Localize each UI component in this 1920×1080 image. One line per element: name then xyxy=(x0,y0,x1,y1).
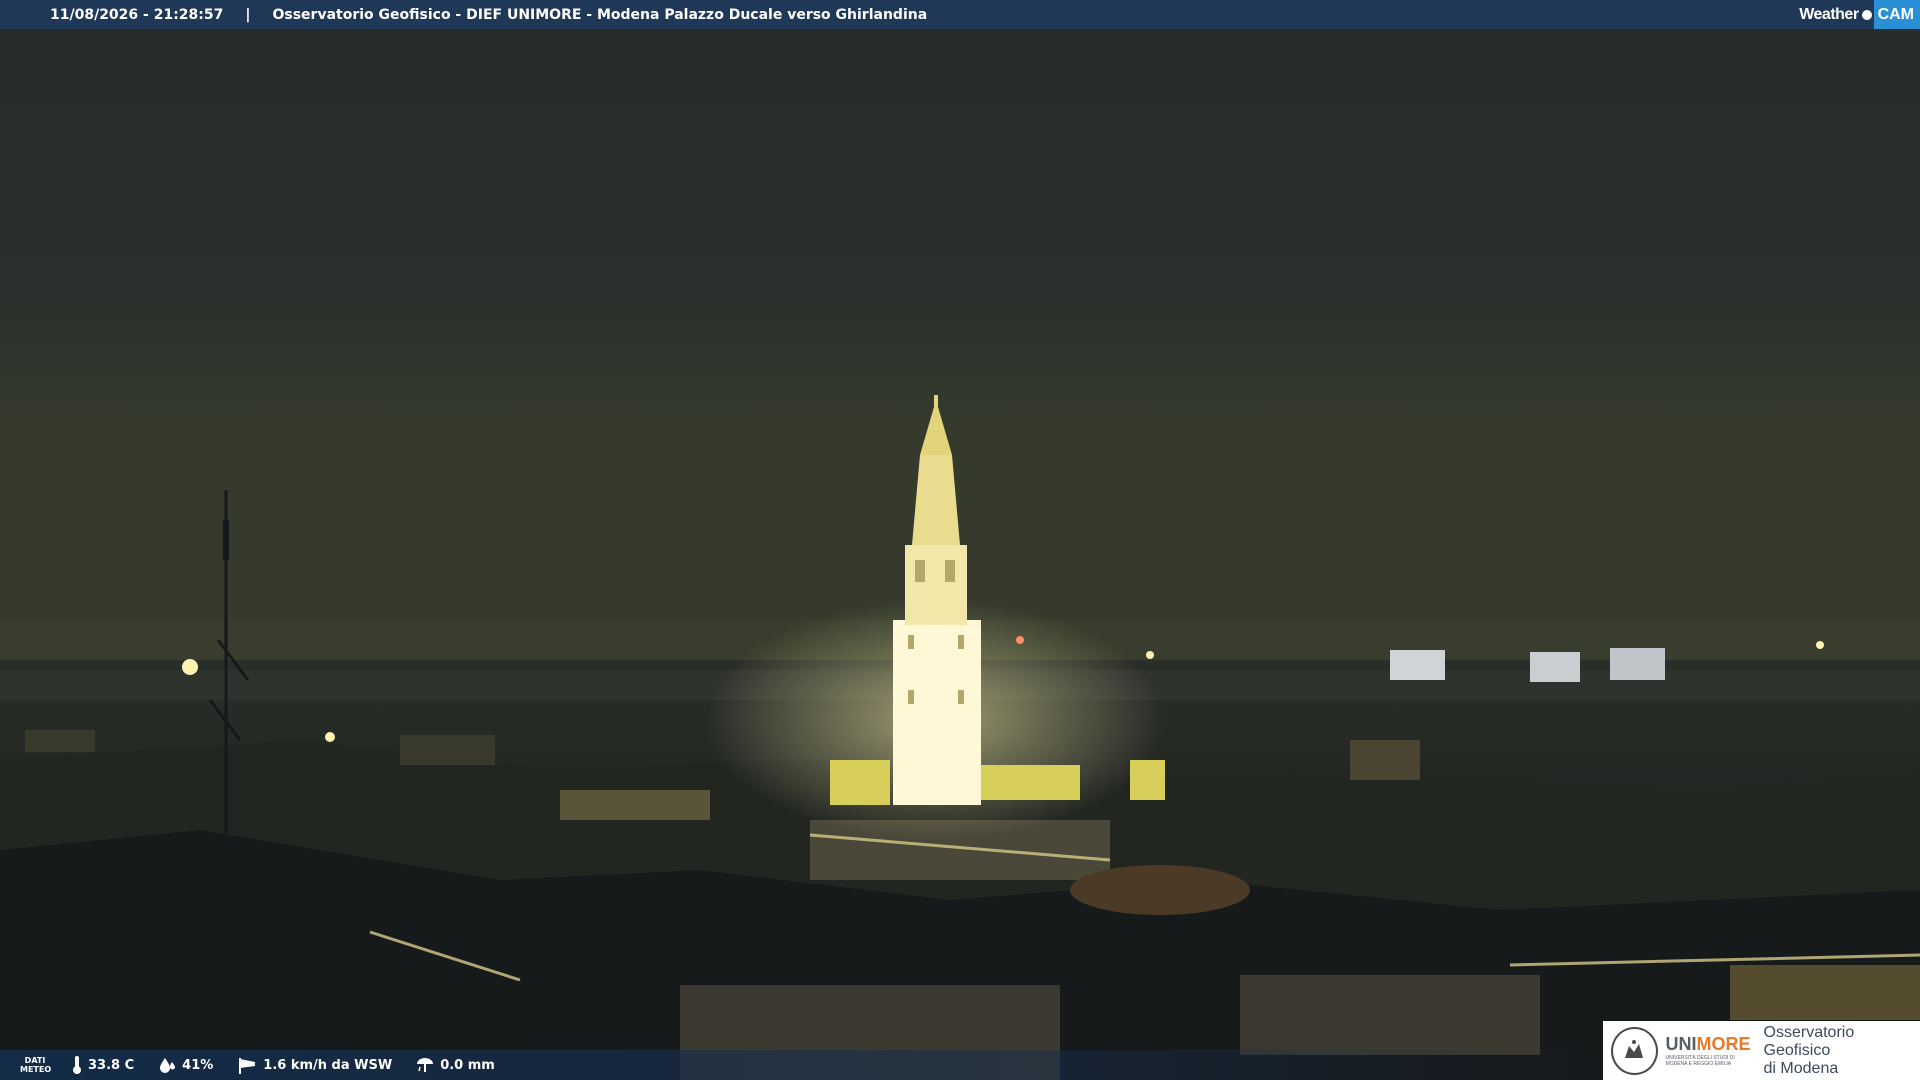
weathercam-logo: Weather CAM xyxy=(1799,0,1920,29)
brand-weather: Weather xyxy=(1799,5,1859,23)
observatory-line2: di Modena xyxy=(1763,1059,1839,1077)
windsock-icon xyxy=(237,1056,257,1074)
temperature-value: 33.8 C xyxy=(88,1057,135,1073)
observatory-name: Osservatorio Geofisico di Modena xyxy=(1764,1024,1920,1078)
rain-value: 0.0 mm xyxy=(440,1057,495,1073)
camera-title: Osservatorio Geofisico - DIEF UNIMORE - … xyxy=(272,6,928,23)
dati-meteo-label: DATI METEO xyxy=(20,1056,52,1074)
unimore-subtitle: UNIVERSITÀ DEGLI STUDI DI MODENA E REGGI… xyxy=(1665,1055,1735,1067)
unimore-name: UNIMORE xyxy=(1665,1034,1751,1054)
webcam-image xyxy=(0,0,1920,1080)
humidity-value: 41% xyxy=(182,1057,214,1073)
header-separator: | xyxy=(245,6,251,23)
droplet-icon xyxy=(158,1057,176,1073)
brand-dot-icon xyxy=(1861,9,1872,20)
temperature-reading: 33.8 C xyxy=(72,1056,134,1074)
brand-cam: CAM xyxy=(1873,0,1920,29)
wind-value: 1.6 km/h da WSW xyxy=(263,1057,393,1073)
rain-gauge-icon xyxy=(416,1057,434,1073)
observatory-line1: Osservatorio Geofisico xyxy=(1763,1023,1855,1059)
wind-reading: 1.6 km/h da WSW xyxy=(237,1056,392,1074)
weather-data-bar: DATI METEO 33.8 C 41% 1.6 km/h da WSW 0.… xyxy=(0,1050,1600,1080)
dati-label: DATI xyxy=(24,1056,46,1065)
unimore-wordmark: UNIMORE UNIVERSITÀ DEGLI STUDI DI MODENA… xyxy=(1666,1034,1752,1067)
meteo-label: METEO xyxy=(20,1065,52,1074)
timestamp: 11/08/2026 - 21:28:57 xyxy=(50,6,224,23)
thermometer-icon xyxy=(72,1056,82,1074)
observatory-logo: UNIMORE UNIVERSITÀ DEGLI STUDI DI MODENA… xyxy=(1603,1021,1920,1080)
humidity-reading: 41% xyxy=(158,1057,213,1073)
header-bar: 11/08/2026 - 21:28:57 | Osservatorio Geo… xyxy=(0,0,1920,29)
rain-reading: 0.0 mm xyxy=(416,1057,495,1073)
university-seal-icon xyxy=(1611,1026,1658,1075)
